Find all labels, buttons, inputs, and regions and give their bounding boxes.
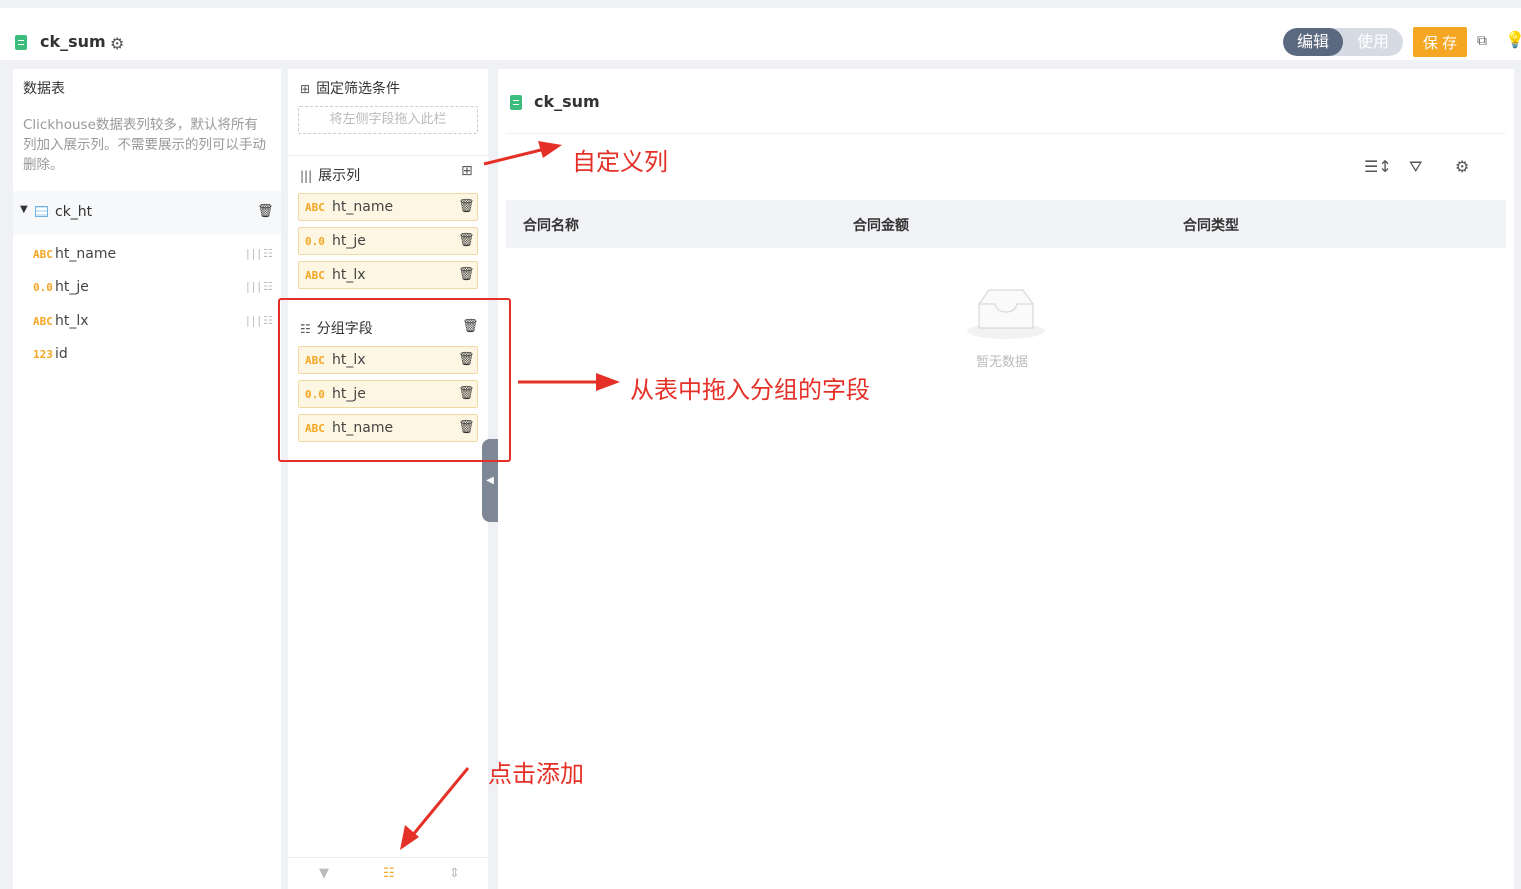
field-type-icon: ABC [33,248,53,261]
column-header[interactable]: 合同类型 [1183,215,1239,235]
field-type-icon: 0.0 [33,281,53,294]
annotation-drag-group: 从表中拖入分组的字段 [630,376,870,404]
annotation-click-add: 点击添加 [488,760,584,788]
group-add-icon[interactable]: ☷ [383,866,395,881]
table-name: ck_ht [55,204,93,220]
add-custom-column-icon[interactable]: ⊞ [461,163,473,179]
field-name: ht_lx [55,313,89,329]
filter-section-title: ⊞ 固定筛选条件 [300,81,401,97]
caret-down-icon[interactable]: ▼ [20,204,28,215]
filter-drop-zone[interactable]: 将左侧字段拖入此栏 [298,106,478,134]
mode-use-button[interactable]: 使用 [1343,28,1403,56]
grid-icon: ⊞ [300,82,311,96]
panel-description: Clickhouse数据表列较多，默认将所有列加入展示列。不需要展示的列可以手动… [23,117,266,173]
field-name: ht_name [55,246,117,262]
annotation-custom-column: 自定义列 [572,148,668,176]
panel-bottom-bar: ▼ ☷ ⇕ [288,857,488,889]
preview-icon[interactable]: ⧉ [1477,33,1487,49]
field-item[interactable]: 123 id [13,341,281,371]
field-item[interactable]: 0.0 ht_je |||☷ [13,274,281,304]
delete-trash-icon[interactable]: 🗑 [458,267,475,282]
delete-trash-icon[interactable]: 🗑 [458,233,475,248]
field-name: ht_lx [332,267,366,283]
document-icon [510,95,522,110]
field-type-icon: 0.0 [305,235,325,248]
panel-title: 数据表 [23,81,65,97]
columns-icon: ||| [300,169,313,183]
view-title: ck_sum [534,92,600,111]
sort-columns-icon[interactable]: ☰↕ [1364,157,1392,176]
table-header: 合同名称 合同金额 合同类型 [506,200,1506,248]
empty-inbox-icon [967,289,1045,339]
table-icon [35,206,48,217]
field-type-icon: 123 [33,348,53,361]
top-bar: ck_sum ⚙ 编辑 使用 保 存 ⧉ 💡 [0,0,1521,60]
config-panel: ⊞ 固定筛选条件 将左侧字段拖入此栏 ||| 展示列 ⊞ ABC ht_name 🗑… [288,69,498,889]
divider [288,155,488,156]
lightbulb-icon[interactable]: 💡 [1505,30,1521,49]
field-item[interactable]: ABC ht_lx |||☷ [13,308,281,338]
column-header[interactable]: 合同名称 [523,215,579,235]
group-highlight-box [278,298,511,462]
filter-list-icon[interactable]: ⛛ [1409,157,1422,177]
document-icon [15,35,27,50]
display-field-chip[interactable]: ABC ht_name 🗑 [298,193,478,221]
page-title: ck_sum [40,32,106,51]
field-actions-icon[interactable]: |||☷ [246,314,275,327]
field-actions-icon[interactable]: |||☷ [246,247,275,260]
delete-trash-icon[interactable]: 🗑 [458,199,475,214]
preview-panel: ck_sum ☰↕ ⛛ ⚙ 合同名称 合同金额 合同类型 暂无数据 [498,69,1514,889]
field-actions-icon[interactable]: |||☷ [246,280,275,293]
sort-icon[interactable]: ⇕ [449,866,460,881]
table-tree-item[interactable]: ▼ ck_ht 🗑 [13,191,281,235]
field-type-icon: ABC [305,201,325,214]
field-type-icon: ABC [33,315,53,328]
mode-toggle[interactable]: 编辑 使用 [1283,28,1403,56]
field-item[interactable]: ABC ht_name |||☷ [13,241,281,271]
data-table-panel: 数据表 Clickhouse数据表列较多，默认将所有列加入展示列。不需要展示的列… [13,69,281,889]
field-name: ht_je [332,233,366,249]
display-field-chip[interactable]: ABC ht_lx 🗑 [298,261,478,289]
delete-table-trash-icon[interactable]: 🗑 [257,204,274,219]
save-button[interactable]: 保 存 [1413,27,1467,57]
display-field-chip[interactable]: 0.0 ht_je 🗑 [298,227,478,255]
title-settings-gear-icon[interactable]: ⚙ [110,34,124,53]
filter-icon[interactable]: ▼ [319,866,329,881]
field-name: ht_name [332,199,394,215]
column-header[interactable]: 合同金额 [853,215,909,235]
empty-text: 暂无数据 [976,355,1029,370]
field-type-icon: ABC [305,269,325,282]
mode-edit-button[interactable]: 编辑 [1283,28,1343,56]
display-section-title: ||| 展示列 [300,168,361,184]
settings-gear-icon[interactable]: ⚙ [1455,157,1469,176]
field-name: ht_je [55,279,89,295]
field-name: id [55,346,68,362]
divider [506,133,1506,134]
